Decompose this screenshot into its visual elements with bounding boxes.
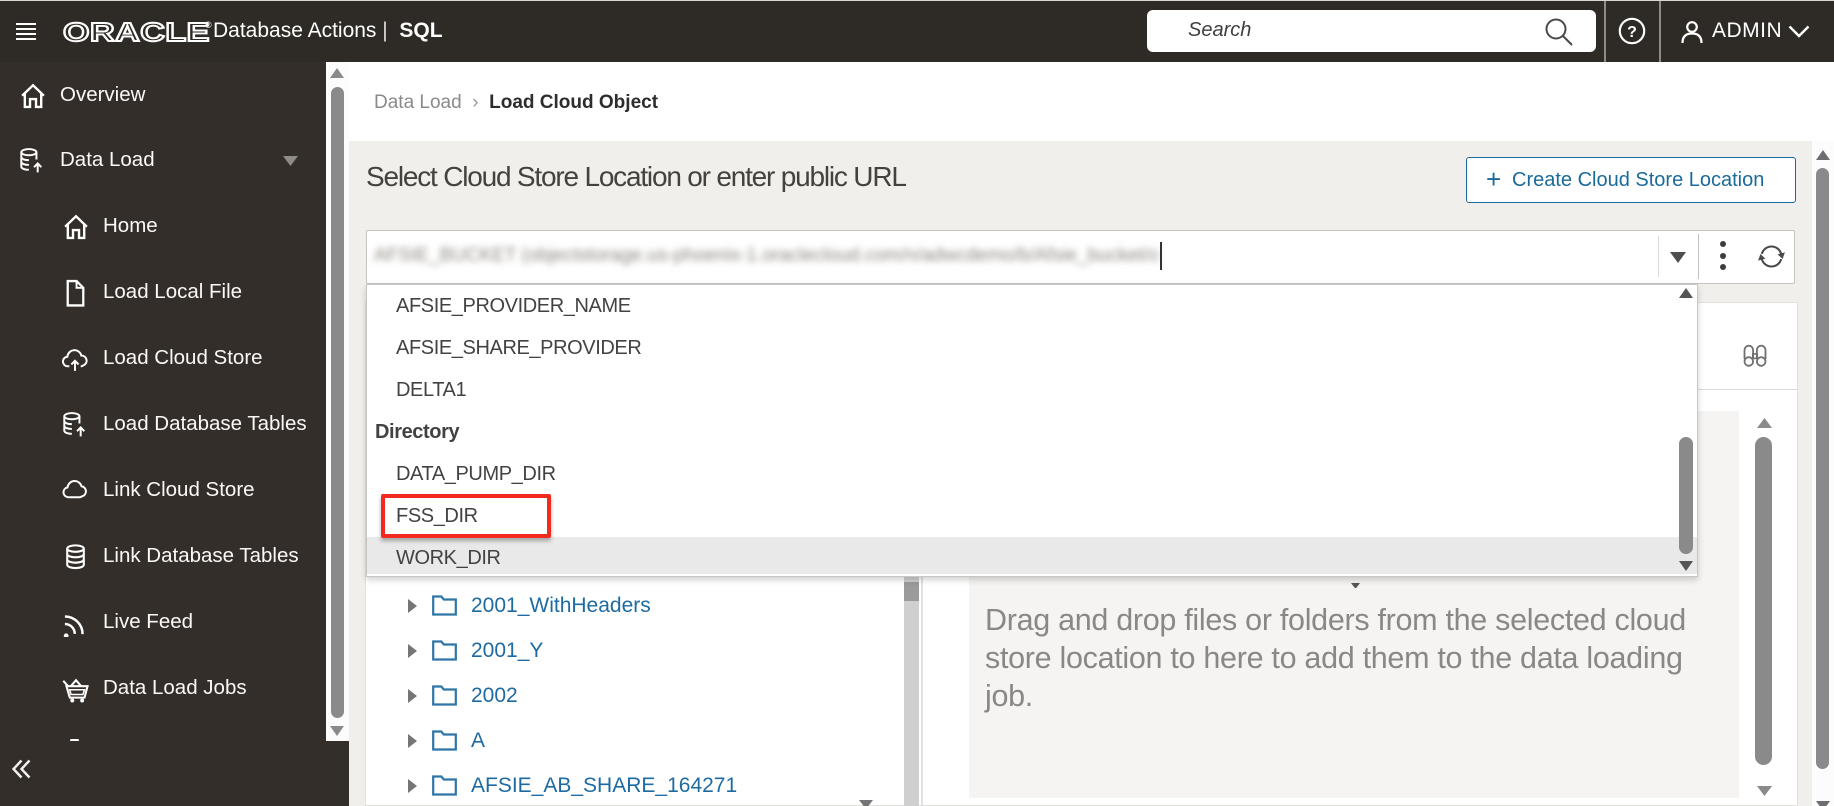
svg-text:ORACLE: ORACLE xyxy=(63,19,210,47)
svg-text:®: ® xyxy=(205,20,212,30)
svg-text:?: ? xyxy=(1627,24,1637,41)
